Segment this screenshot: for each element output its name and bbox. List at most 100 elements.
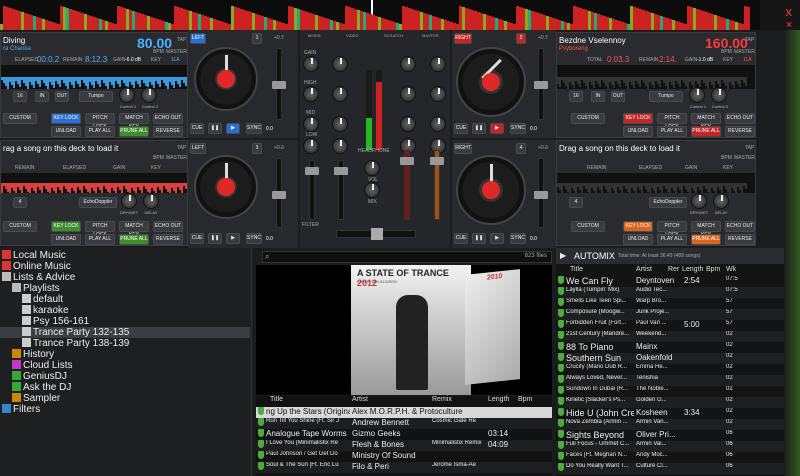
tree-playlist-default[interactable]: default — [22, 294, 63, 305]
tree-playlist-trance-132[interactable]: Trance Party 132-135 — [0, 327, 250, 338]
tree-playlists[interactable]: Playlists — [12, 283, 60, 294]
deck-2-cue-button[interactable]: CUE — [454, 123, 468, 134]
deck-1-pause-button[interactable]: ❚❚ — [208, 123, 222, 134]
tree-playlist-trance-138[interactable]: Trance Party 138-139 — [22, 338, 129, 349]
deck-2-key-lock[interactable]: KEY LOCK — [623, 113, 653, 124]
deck-1-match-key[interactable]: MATCH KEY — [119, 113, 149, 130]
table-row[interactable]: Paul Johnson / Get Get Do Ministry Of Sou… — [256, 451, 552, 462]
deck-4-drywet-knob[interactable] — [691, 193, 707, 209]
col-length[interactable]: Length — [488, 396, 509, 406]
deck-3-loop-size[interactable]: 4 — [13, 197, 27, 208]
deck-3-tap-button[interactable]: TAP — [177, 145, 186, 151]
deck-1-echo-out[interactable]: ECHO OUT — [153, 113, 183, 124]
automix-row[interactable]: Southern Sun Oakenfold 02 — [556, 353, 800, 364]
deck-1-master[interactable]: MASTER — [166, 49, 187, 55]
tab-mixer[interactable]: MIXER — [308, 33, 321, 38]
deck-4-match-key[interactable]: MATCH KEY — [691, 221, 721, 238]
deck-3-drywet-knob[interactable] — [121, 193, 137, 209]
automix-row[interactable]: We Can Fly Deyntoven 2:54 07:5 — [556, 276, 800, 287]
deck-4-gain-knob[interactable] — [430, 56, 446, 72]
automix-row[interactable]: Kinetic [Slacker's Ps... Golden G... 02 — [556, 397, 800, 408]
deck-3-sync-button[interactable]: SYNC — [246, 233, 262, 244]
deck-2-play-all[interactable]: PLAY ALL — [657, 126, 687, 137]
table-row[interactable]: Soul & The Sun [Ft. Eric Lu Filo & Peri Je… — [256, 462, 552, 473]
tree-sampler[interactable]: Sampler — [12, 393, 60, 404]
deck-2-play-button[interactable]: ▶ — [490, 123, 504, 134]
deck-3-play-button[interactable]: ▶ — [226, 233, 240, 244]
col-artist[interactable]: Artist — [352, 396, 368, 406]
tree-ask-the-dj[interactable]: Ask the DJ — [12, 382, 71, 393]
deck-2-loop-in[interactable]: IN — [591, 91, 605, 102]
deck-3-pitch-fader[interactable] — [272, 158, 286, 228]
deck-2-right-button[interactable]: RIGHT — [454, 33, 472, 44]
deck-4-key-lock[interactable]: KEY LOCK — [623, 221, 653, 232]
deck-1-pitch-fader[interactable] — [272, 48, 286, 120]
automix-row[interactable]: Forbidden Fruit (Fort... Paul Van ... 5:00… — [556, 320, 800, 331]
tree-lists-advice[interactable]: Lists & Advice — [2, 272, 75, 283]
deck-4-right-button[interactable]: RIGHT — [454, 143, 472, 154]
deck-1-high-knob[interactable] — [332, 86, 348, 102]
deck-1-volume-fader[interactable] — [334, 160, 348, 220]
deck-2-pitch-lock[interactable]: PITCH LOCK — [657, 113, 687, 130]
deck-1-loop-out[interactable]: OUT — [55, 91, 69, 102]
deck-2-reverse[interactable]: REVERSE — [725, 126, 755, 137]
deck-4-custom[interactable]: CUSTOM — [571, 221, 605, 232]
headphone-mix-knob[interactable] — [364, 182, 380, 198]
automix-row[interactable]: Always Loved, Never... Tenishia 02 — [556, 375, 800, 386]
tab-master[interactable]: MASTER — [422, 33, 439, 38]
deck-3-gain-knob[interactable] — [303, 56, 319, 72]
automix-col-title[interactable]: Title — [570, 266, 583, 276]
deck-2-volume-fader[interactable] — [400, 150, 414, 220]
deck-3-left-button[interactable]: LEFT — [190, 143, 206, 154]
deck-4-high-knob[interactable] — [430, 86, 446, 102]
deck-3-low-knob[interactable] — [303, 138, 319, 154]
deck-2-sync-button[interactable]: SYNC — [510, 123, 526, 134]
deck-4-pause-button[interactable]: ❚❚ — [472, 233, 486, 244]
automix-row[interactable]: Sights Beyond Oliver Pri... 06 — [556, 430, 800, 441]
automix-row[interactable]: Composure (Moogw... Junk Proje... 57 — [556, 309, 800, 320]
deck-3-play-all[interactable]: PLAY ALL — [85, 234, 115, 245]
deck-4-pitch-fader-cap[interactable] — [534, 191, 548, 199]
crossfader-cap[interactable] — [371, 228, 383, 240]
deck-4-pitch-lock[interactable]: PITCH LOCK — [657, 221, 687, 238]
deck-1-mid-knob[interactable] — [332, 116, 348, 132]
deck-1-fx-select[interactable]: Tumpo — [79, 91, 113, 102]
deck-4-delay-knob[interactable] — [713, 193, 729, 209]
deck-4-loop-size[interactable]: 4 — [569, 197, 583, 208]
deck-2-tap-button[interactable]: TAP — [745, 37, 754, 43]
deck-1-play-all[interactable]: PLAY ALL — [85, 126, 115, 137]
deck-3-key-lock[interactable]: KEY LOCK — [51, 221, 81, 232]
tree-history[interactable]: History — [12, 349, 54, 360]
table-row[interactable]: ng Up the Stars (Original MixAlex M.O.R.… — [256, 407, 552, 418]
deck-2-master[interactable]: MASTER — [734, 49, 755, 55]
deck-2-custom[interactable]: CUSTOM — [571, 113, 605, 124]
headphone-volume-knob[interactable] — [364, 160, 380, 176]
deck-4-volume-fader[interactable] — [430, 150, 444, 220]
col-bpm[interactable]: Bpm — [518, 396, 532, 406]
automix-play-icon[interactable]: ▶ — [560, 251, 566, 260]
deck-1-low-knob[interactable] — [332, 138, 348, 154]
automix-row[interactable]: Nova Zembla (Armin ... Armin Van... 02 — [556, 419, 800, 430]
automix-row[interactable]: 88 To Piano Mainx 02 — [556, 342, 800, 353]
deck-3-master[interactable]: MASTER — [166, 155, 187, 161]
deck-3-waveform[interactable] — [1, 173, 187, 193]
deck-3-mid-knob[interactable] — [303, 116, 319, 132]
deck-4-fx-select[interactable]: EchoDoppler — [649, 197, 687, 208]
tree-playlist-psy[interactable]: Psy 156-161 — [22, 316, 89, 327]
deck-3-cue-button[interactable]: CUE — [190, 233, 204, 244]
automix-row[interactable]: Hide U (John Cream...Kosheen 3:34 02 — [556, 408, 800, 419]
deck-3-echo-out[interactable]: ECHO OUT — [153, 221, 183, 232]
deck-4-waveform[interactable] — [557, 173, 755, 193]
automix-row[interactable]: Full Focus - Ummet C... Armin Vai... 06 — [556, 441, 800, 452]
automix-row[interactable]: Faces [Ft. Meghan N... Andy Moc... 06 — [556, 452, 800, 463]
deck-4-pitch-fader[interactable] — [534, 158, 548, 228]
deck-2-waveform[interactable] — [557, 65, 755, 89]
deck-2-prune-all[interactable]: PRUNE ALL — [691, 126, 721, 137]
deck-2-loop-size[interactable]: 16 — [569, 91, 583, 102]
deck-2-jogwheel[interactable] — [456, 47, 526, 117]
deck-4-unload[interactable]: UNLOAD — [623, 234, 653, 245]
album-cover[interactable]: A STATE OF TRANCE 2012 ARMIN VAN BUUREN — [351, 265, 471, 395]
tree-playlist-karaoke[interactable]: karaoke — [22, 305, 69, 316]
close-icon[interactable]: X — [785, 8, 792, 19]
deck-3-jogwheel[interactable] — [194, 155, 258, 219]
